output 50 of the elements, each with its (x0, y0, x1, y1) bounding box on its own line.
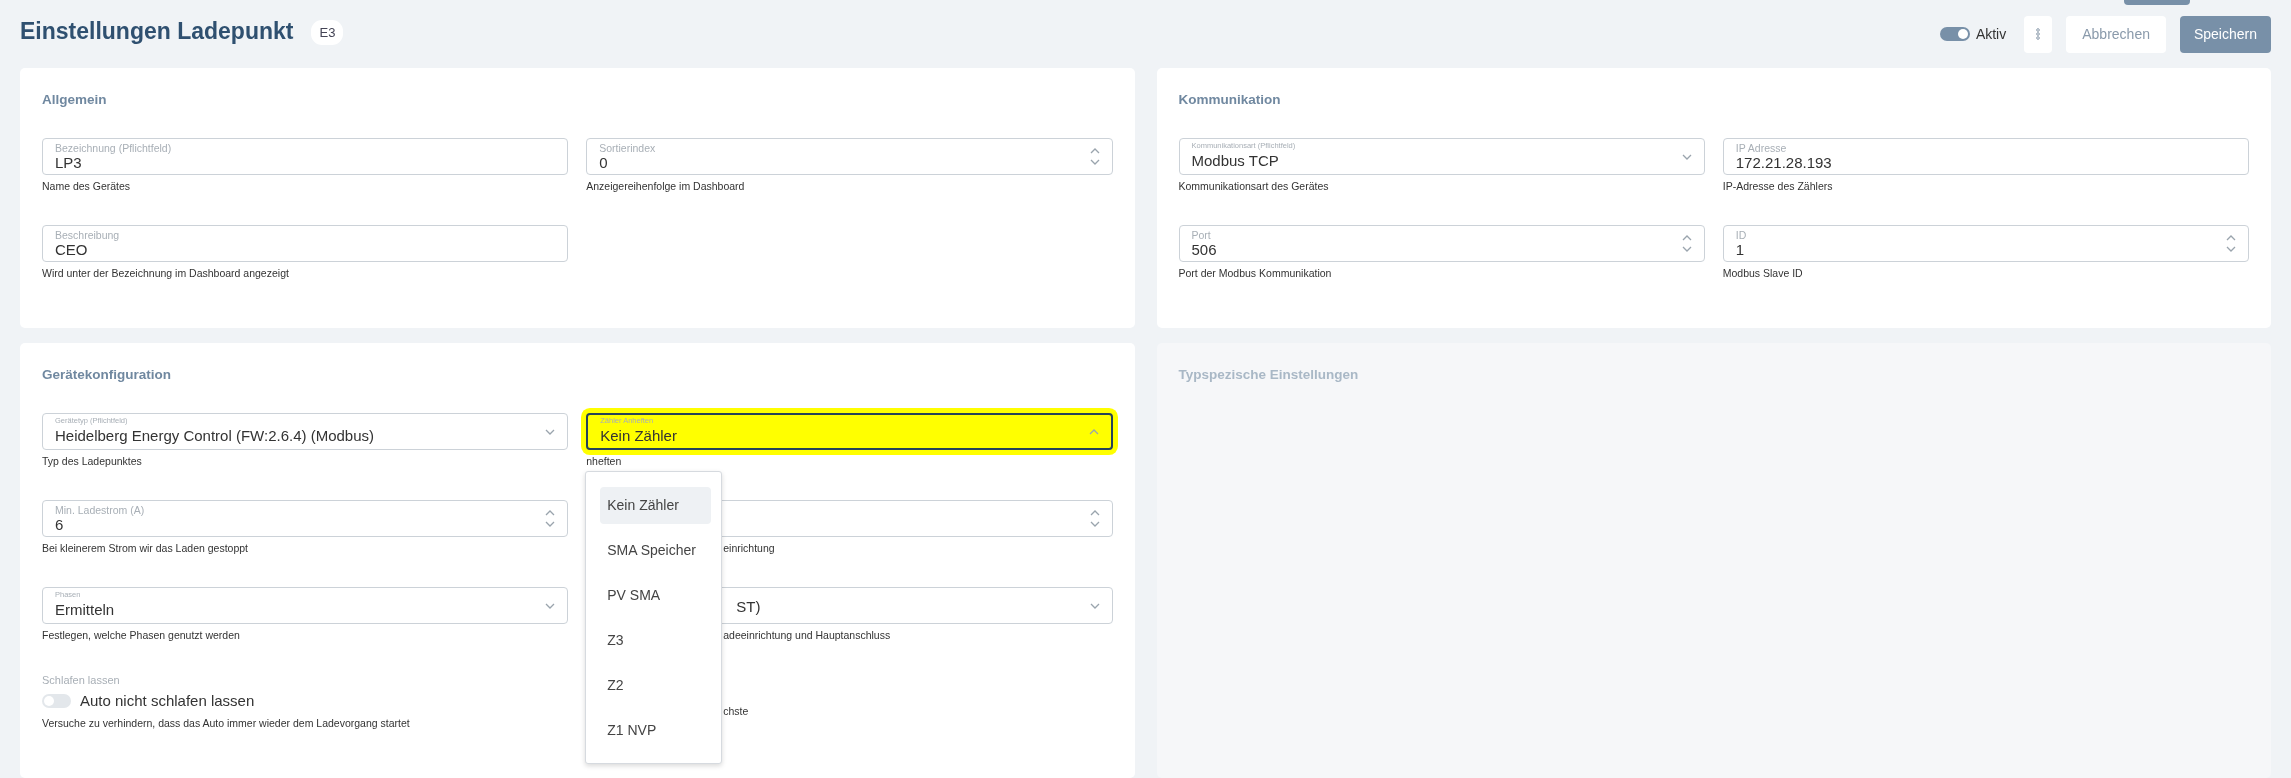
helper-text: Kommunikationsart des Gerätes (1178, 180, 1329, 192)
section-title: Kommunikation (1178, 91, 1282, 109)
device-badge: E3 (311, 19, 344, 45)
more-icon (2035, 28, 2042, 40)
chevron-down-icon (1681, 153, 1692, 160)
helper-text: IP-Adresse des Zählers (1722, 180, 1833, 192)
spinner-icon (545, 510, 556, 527)
menu-option[interactable]: Z1 NVP (600, 712, 712, 749)
page-title: Einstellungen Ladepunkt (20, 17, 294, 45)
text-field[interactable]: Bezeichnung (Pflichtfeld) LP3 (42, 138, 569, 175)
field-label: Schlafen lassen (42, 674, 121, 686)
number-field[interactable]: Port 506 (1178, 225, 1705, 262)
helper-text: adeeinrichtung und Hauptanschluss (723, 629, 891, 641)
helper-text: Typ des Ladepunktes (42, 455, 142, 467)
helper-text: nheften (586, 455, 622, 467)
chevron-down-icon (545, 428, 556, 435)
menu-option[interactable]: SMA Speicher (600, 532, 712, 569)
text-field[interactable]: IP Adresse 172.21.28.193 (1722, 138, 2249, 175)
helper-text: Festlegen, welche Phasen genutzt werden (42, 629, 240, 641)
helper-text: einrichtung (723, 542, 775, 554)
toggle-label: Auto nicht schlafen lassen (80, 692, 255, 709)
spinner-icon (1089, 148, 1100, 165)
section-title: Allgemein (42, 91, 108, 109)
helper-text: Bei kleinerem Strom wir das Laden gestoppt (42, 542, 249, 554)
helper-text: Modbus Slave ID (1722, 267, 1803, 279)
helper-text: Versuche zu verhindern, dass das Auto immer wieder dem Ladevorgang startet (42, 717, 410, 729)
spinner-icon (1089, 510, 1100, 527)
helper-text: Name des Gerätes (42, 180, 131, 192)
spinner-icon (2226, 235, 2236, 252)
number-field[interactable]: Sortierindex 0 (586, 138, 1113, 175)
toggle-switch[interactable] (42, 693, 71, 708)
menu-option[interactable]: Kein Zähler (600, 487, 712, 524)
section-title: Typspezische Einstellungen (1178, 366, 1360, 384)
chevron-down-icon (1089, 602, 1100, 609)
section-title: Gerätekonfiguration (42, 366, 172, 384)
partial-button[interactable] (2124, 0, 2190, 5)
helper-text: Wird unter der Bezeichnung im Dashboard angezeigt (42, 267, 289, 279)
menu-option[interactable]: Z3 (600, 622, 712, 659)
toggle-switch[interactable] (1939, 27, 1970, 41)
more-button[interactable] (2024, 15, 2053, 53)
number-field[interactable]: ID 1 (1722, 225, 2249, 262)
helper-text: Anzeigereihenfolge im Dashboard (586, 180, 745, 192)
text-field[interactable]: Beschreibung CEO (42, 225, 569, 262)
helper-text: Port der Modbus Kommunikation (1178, 267, 1332, 279)
toggle-label: Aktiv (1975, 26, 2007, 42)
number-field[interactable]: Min. Ladestrom (A) 6 (42, 500, 569, 537)
spinner-icon (1681, 235, 1692, 252)
helper-text: chste (723, 705, 749, 717)
menu-option[interactable]: Z2 (600, 667, 712, 704)
chevron-down-icon (545, 602, 556, 609)
